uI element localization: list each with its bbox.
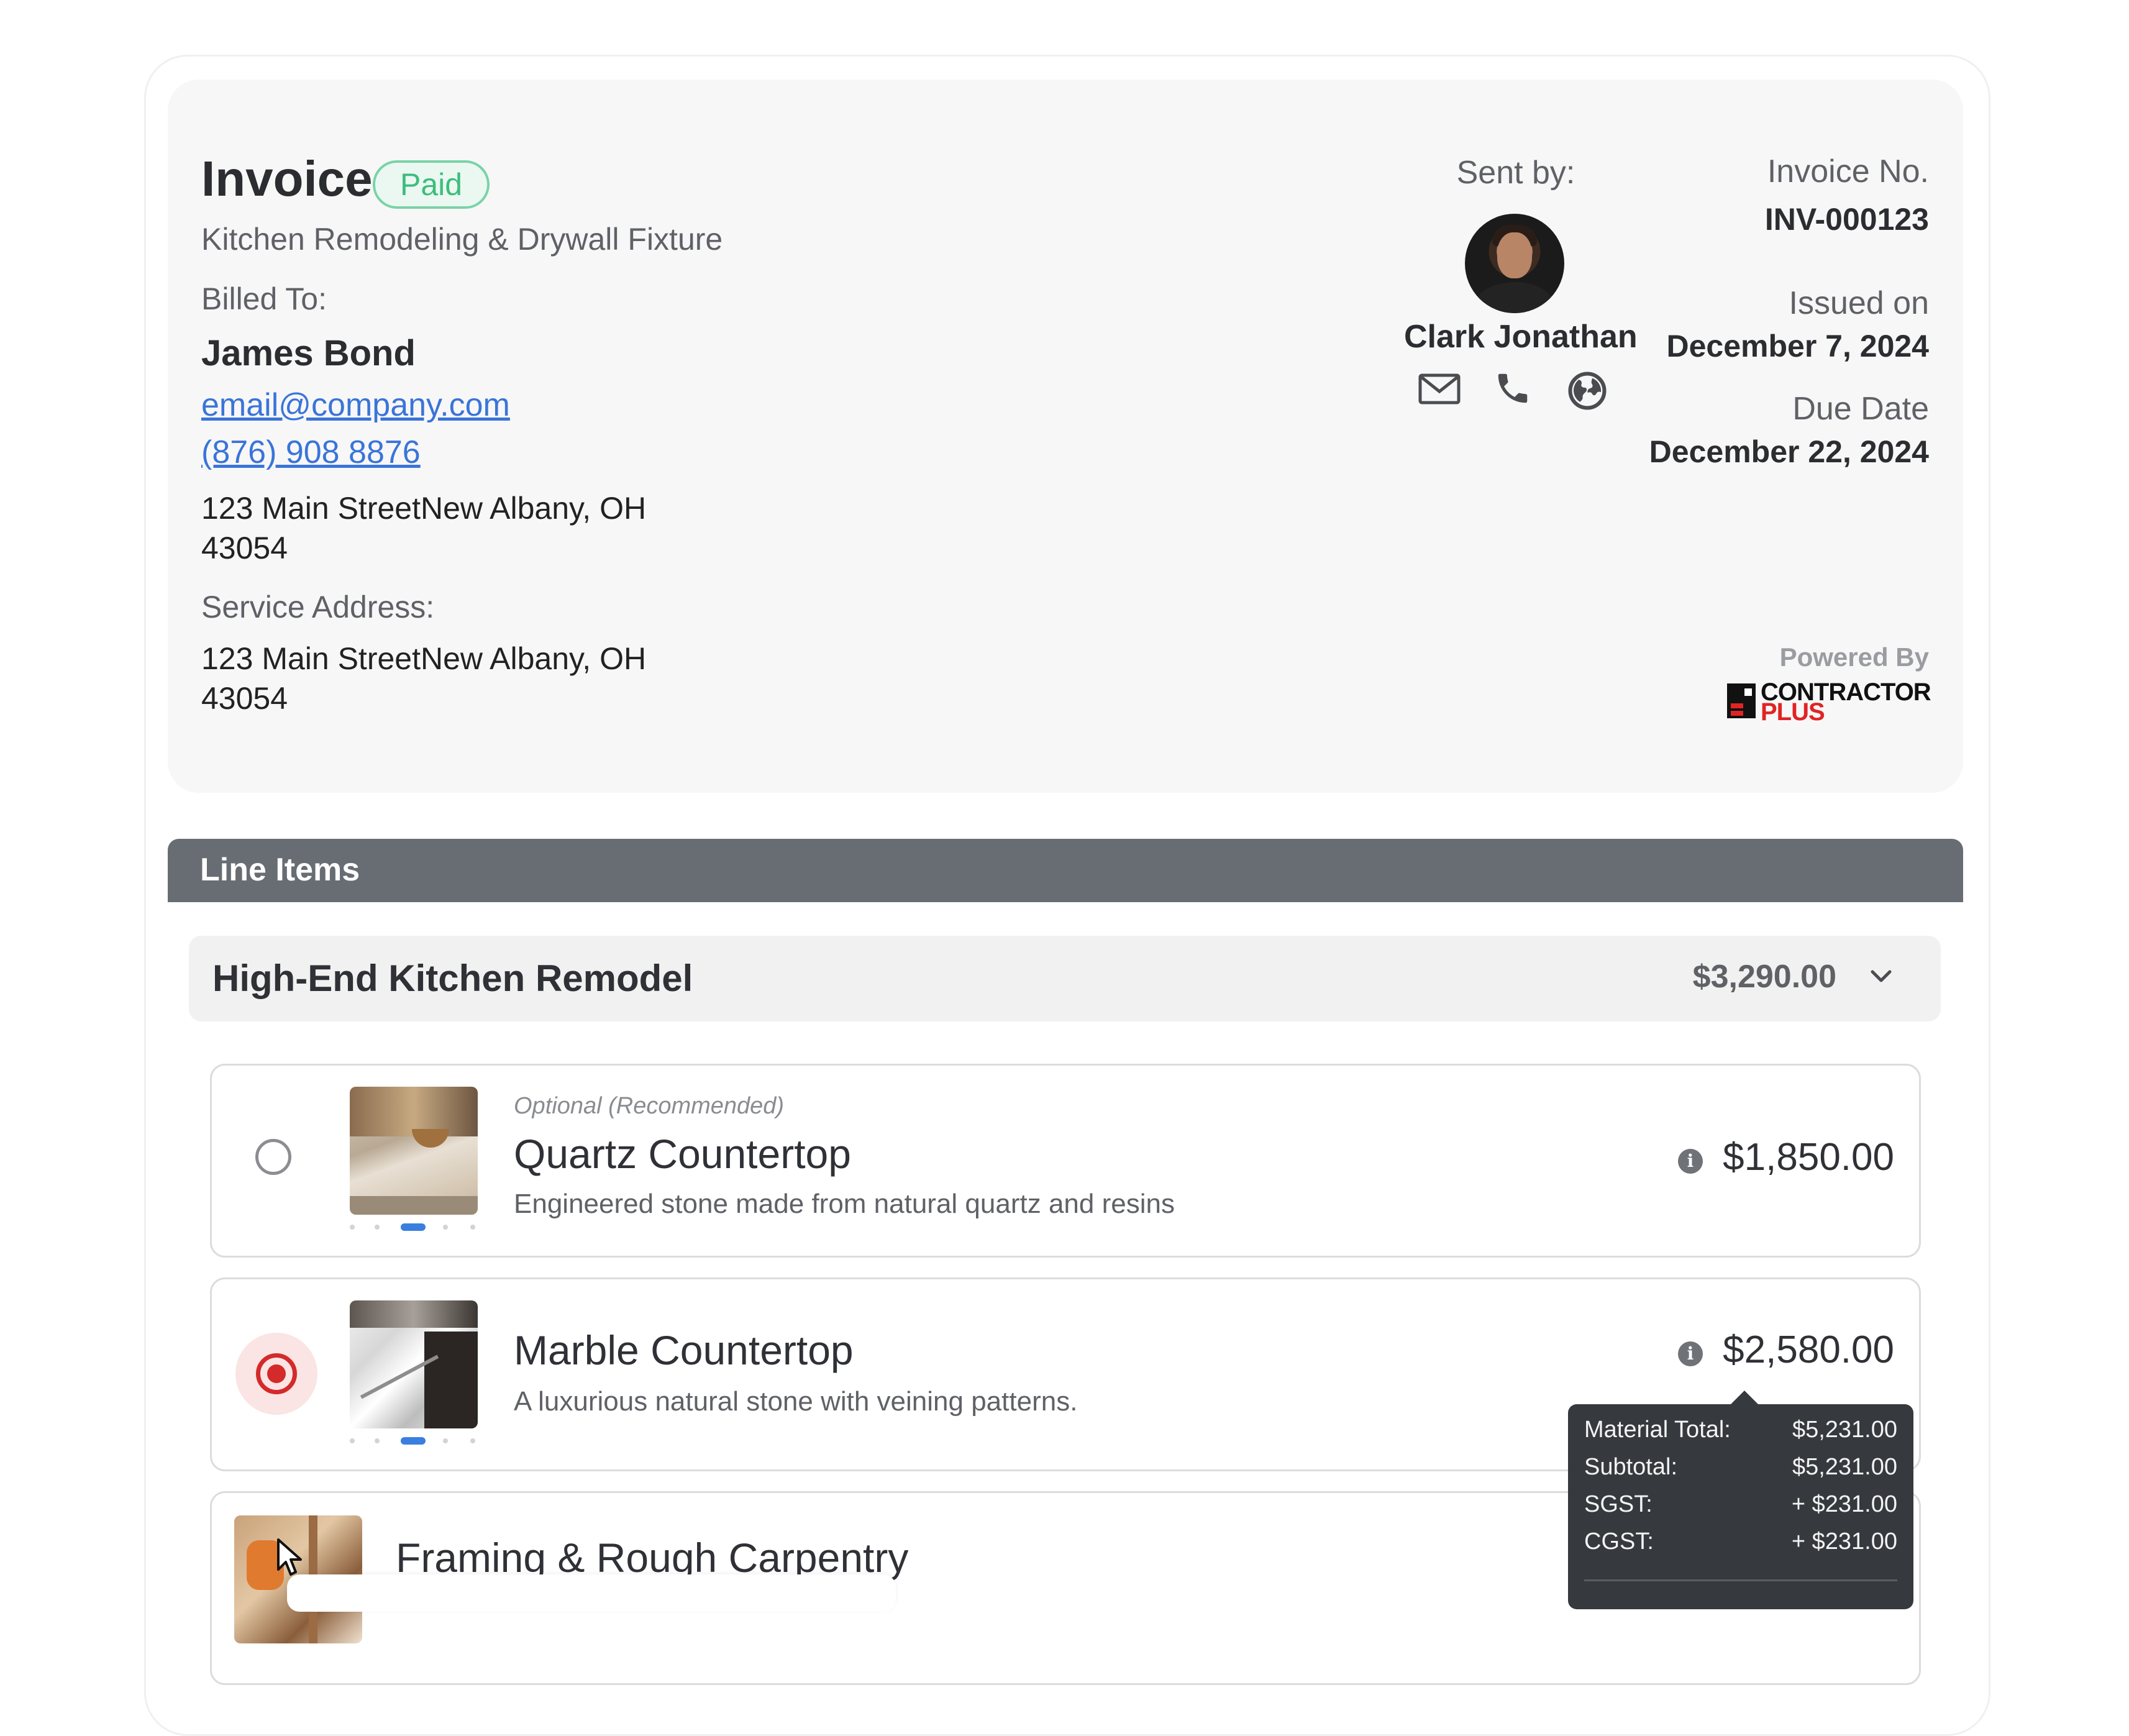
client-phone-link[interactable]: (876) 908 8876 xyxy=(201,434,421,471)
item-description: Engineered stone made from natural quart… xyxy=(514,1189,1175,1219)
issued-on-label: Issued on xyxy=(1789,285,1930,321)
service-address: 123 Main StreetNew Albany, OH 43054 xyxy=(201,639,698,718)
invoice-number: INV-000123 xyxy=(1764,202,1929,237)
line-items-title: Line Items xyxy=(200,852,360,888)
item-thumbnail[interactable] xyxy=(350,1087,478,1215)
billed-to-label: Billed To: xyxy=(201,281,327,316)
line-items-header: Line Items xyxy=(168,839,1963,902)
client-email-link[interactable]: email@company.com xyxy=(201,386,510,424)
tooltip-value: $5,231.00 xyxy=(1792,1417,1897,1443)
info-icon[interactable]: i xyxy=(1678,1149,1703,1174)
contractor-plus-logo: CONTRACTOR PLUS xyxy=(1727,678,1932,726)
tooltip-value: + $231.00 xyxy=(1791,1491,1897,1517)
avatar xyxy=(1465,214,1564,313)
billing-address: 123 Main StreetNew Albany, OH 43054 xyxy=(201,488,698,568)
issued-date: December 7, 2024 xyxy=(1666,329,1929,363)
item-name: Quartz Countertop xyxy=(514,1131,851,1177)
item-thumbnail[interactable] xyxy=(350,1300,478,1428)
status-badge: Paid xyxy=(373,160,490,209)
service-address-line1: 123 Main StreetNew Albany, OH xyxy=(201,641,647,676)
tooltip-row: Material Total: $5,231.00 xyxy=(1584,1417,1897,1448)
item-price: $2,580.00 xyxy=(1723,1328,1894,1371)
carousel-dots[interactable] xyxy=(350,1437,478,1445)
project-title: Kitchen Remodeling & Drywall Fixture xyxy=(201,222,723,257)
group-total: $3,290.00 xyxy=(1692,959,1836,995)
tooltip-divider xyxy=(1584,1579,1897,1581)
item-tag: Optional (Recommended) xyxy=(514,1093,785,1119)
info-icon[interactable]: i xyxy=(1678,1341,1703,1366)
billing-address-line2: 43054 xyxy=(201,531,288,565)
carousel-dots[interactable] xyxy=(350,1223,478,1231)
item-radio-selected[interactable] xyxy=(235,1333,317,1415)
page-title: Invoice xyxy=(201,151,373,206)
tooltip-label: Subtotal: xyxy=(1584,1454,1677,1480)
item-radio-unselected[interactable] xyxy=(255,1139,291,1175)
item-price: $1,850.00 xyxy=(1723,1136,1894,1179)
envelope-icon[interactable] xyxy=(1418,372,1461,406)
billing-address-line1: 123 Main StreetNew Albany, OH xyxy=(201,491,647,526)
logo-text-line2: PLUS xyxy=(1761,698,1825,726)
powered-by-label: Powered By xyxy=(1779,642,1929,672)
service-address-line2: 43054 xyxy=(201,681,288,716)
sent-by-label: Sent by: xyxy=(1456,155,1575,191)
tooltip-row: SGST: + $231.00 xyxy=(1584,1491,1897,1522)
item-description: A luxurious natural stone with veining p… xyxy=(514,1386,1078,1417)
tooltip-label: CGST: xyxy=(1584,1528,1654,1555)
tooltip-label: Material Total: xyxy=(1584,1417,1731,1443)
logo-mark-icon xyxy=(1727,683,1756,718)
tooltip-row: Subtotal: $5,231.00 xyxy=(1584,1454,1897,1485)
due-date: December 22, 2024 xyxy=(1649,434,1929,469)
line-item-quartz[interactable]: Optional (Recommended) Quartz Countertop… xyxy=(210,1064,1921,1258)
tooltip-value: + $231.00 xyxy=(1791,1528,1897,1555)
overlay-card xyxy=(287,1574,896,1612)
globe-icon[interactable] xyxy=(1567,370,1608,411)
invoice-number-label: Invoice No. xyxy=(1767,153,1929,190)
due-date-label: Due Date xyxy=(1792,391,1929,427)
tooltip-row: CGST: + $231.00 xyxy=(1584,1528,1897,1560)
group-header-high-end-kitchen[interactable]: High-End Kitchen Remodel $3,290.00 xyxy=(189,936,1941,1021)
tooltip-value: $5,231.00 xyxy=(1792,1454,1897,1480)
price-breakdown-tooltip: Material Total: $5,231.00 Subtotal: $5,2… xyxy=(1568,1391,1913,1609)
chevron-down-icon[interactable] xyxy=(1869,967,1894,989)
phone-icon[interactable] xyxy=(1493,369,1532,408)
item-name: Marble Countertop xyxy=(514,1327,854,1373)
client-name: James Bond xyxy=(201,333,416,373)
service-address-label: Service Address: xyxy=(201,590,435,624)
group-title: High-End Kitchen Remodel xyxy=(212,957,693,999)
sender-name: Clark Jonathan xyxy=(1404,319,1638,355)
tooltip-label: SGST: xyxy=(1584,1491,1653,1517)
